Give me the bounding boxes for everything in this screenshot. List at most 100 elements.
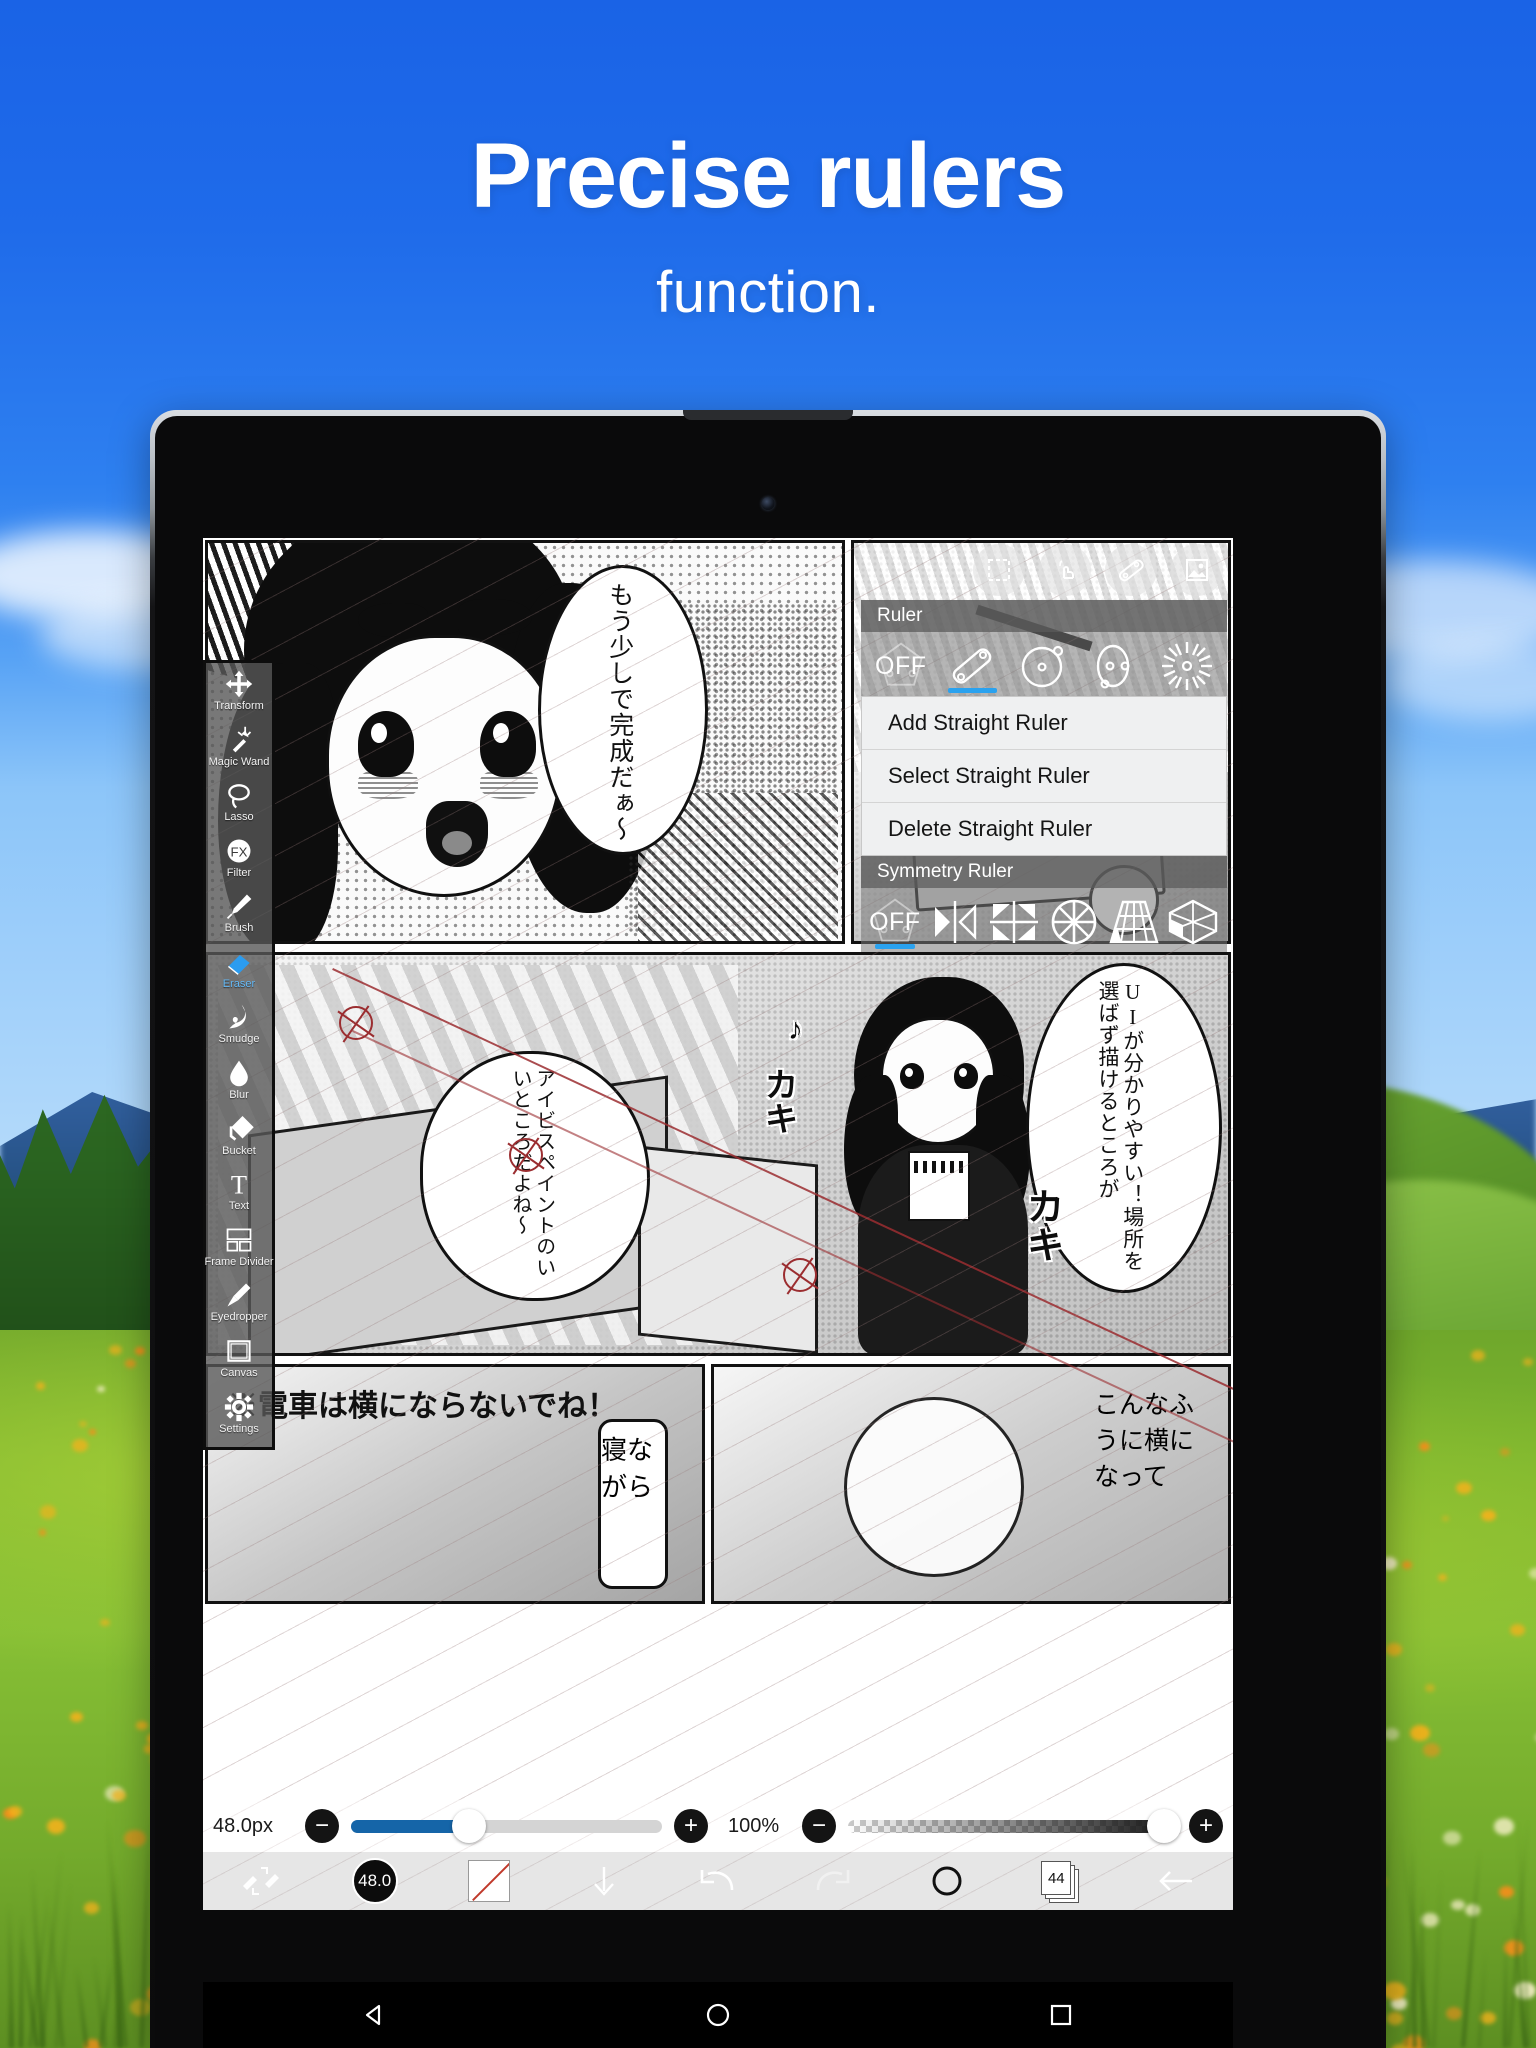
symmetry-mode-mirror[interactable] <box>927 894 983 950</box>
symmetry-mode-box-perspective[interactable] <box>1165 894 1221 950</box>
tool-label: Smudge <box>219 1033 260 1045</box>
caption-text: ※電車は横にならないでね！ <box>228 1390 617 1423</box>
manga-panel: ※電車は横にならないでね！ 寝ながら <box>205 1364 705 1604</box>
tool-blur[interactable]: Blur <box>206 1058 272 1109</box>
ruler-icon <box>1116 555 1146 585</box>
layers-button[interactable]: 44 <box>1004 1861 1118 1901</box>
speech-bubble: もう少しで完成だぁ〜 <box>538 565 708 855</box>
redo-button[interactable] <box>775 1864 889 1898</box>
tool-filter[interactable]: FX Filter <box>206 836 272 887</box>
nav-home-button[interactable] <box>688 1995 748 2035</box>
undo-button[interactable] <box>661 1864 775 1898</box>
brush-size-increase-button[interactable]: + <box>674 1809 708 1843</box>
tool-label: Canvas <box>220 1367 257 1379</box>
tablet-device: もう少しで完成だぁ〜 アイビスペイントのいいところだよね〜 UIが分かりやすい！… <box>150 410 1386 2048</box>
speaker-notch <box>683 410 853 420</box>
symmetry-mode-off[interactable]: OFF <box>867 894 923 950</box>
symmetry-mode-quad[interactable] <box>986 894 1042 950</box>
gear-icon <box>222 1392 256 1422</box>
tool-label: Text <box>229 1200 249 1212</box>
caption-text: 寝ながら <box>601 1422 665 1504</box>
brush-size-slider-knob[interactable] <box>452 1809 486 1843</box>
ruler-mode-circle[interactable] <box>1010 638 1078 694</box>
tool-canvas[interactable]: Canvas <box>206 1336 272 1387</box>
brush-size-button[interactable]: 48.0 <box>317 1858 431 1904</box>
back-arrow-button[interactable] <box>1119 1866 1233 1896</box>
ruler-mode-ellipse[interactable] <box>1082 638 1150 694</box>
fx-icon: FX <box>222 836 256 866</box>
record-button[interactable] <box>890 1863 1004 1899</box>
undo-arrow-icon <box>698 1864 738 1898</box>
symmetry-mode-kaleidoscope[interactable] <box>1046 894 1102 950</box>
tool-smudge[interactable]: Smudge <box>206 1002 272 1053</box>
tool-frame-divider[interactable]: Frame Divider <box>206 1225 272 1276</box>
tool-brush[interactable]: Brush <box>206 891 272 942</box>
symmetry-ruler-title: Symmetry Ruler <box>861 856 1227 888</box>
eyedropper-icon <box>222 1280 256 1310</box>
tool-eyedropper[interactable]: Eyedropper <box>206 1280 272 1331</box>
opacity-decrease-button[interactable]: − <box>802 1809 836 1843</box>
download-button[interactable] <box>546 1863 660 1899</box>
menu-item-add-straight-ruler[interactable]: Add Straight Ruler <box>862 697 1226 750</box>
ruler-tool-button[interactable] <box>1105 544 1157 596</box>
mirror-symmetry-icon <box>929 899 981 945</box>
android-navigation-bar <box>203 1982 1233 2048</box>
smudge-icon <box>222 1002 256 1032</box>
tool-bucket[interactable]: Bucket <box>206 1114 272 1165</box>
brush-icon <box>222 891 256 921</box>
manga-panel: アイビスペイントのいいところだよね〜 UIが分かりやすい！場所を選ばず描けるとこ… <box>205 952 1231 1356</box>
sound-effect-text: カキ <box>1014 1187 1069 1263</box>
tool-magic-wand[interactable]: Magic Wand <box>206 725 272 776</box>
layers-tool-button[interactable] <box>1171 544 1223 596</box>
menu-item-select-straight-ruler[interactable]: Select Straight Ruler <box>862 750 1226 803</box>
color-swatch-icon <box>468 1860 510 1902</box>
tool-text[interactable]: T Text <box>206 1169 272 1220</box>
opacity-increase-button[interactable]: + <box>1189 1809 1223 1843</box>
swap-brush-eraser-icon <box>239 1862 281 1900</box>
brush-size-slider[interactable] <box>351 1820 662 1833</box>
ruler-panel-title: Ruler <box>861 600 1227 632</box>
brush-size-bar: 48.0px − + <box>203 1800 718 1852</box>
kaleidoscope-symmetry-icon <box>1049 897 1099 947</box>
tool-label: Blur <box>229 1089 249 1101</box>
ruler-mode-radial[interactable] <box>1153 638 1221 694</box>
color-swatch-button[interactable] <box>432 1860 546 1902</box>
finger-tap-icon <box>1051 556 1079 584</box>
ruler-mode-off[interactable]: OFF <box>867 638 935 694</box>
symmetry-mode-row: OFF <box>861 888 1227 952</box>
selection-tool-button[interactable] <box>973 544 1025 596</box>
circle-ruler-icon <box>1018 641 1070 691</box>
tool-transform[interactable]: Transform <box>206 669 272 720</box>
down-arrow-icon <box>587 1863 621 1899</box>
tool-lasso[interactable]: Lasso <box>206 780 272 831</box>
radial-ruler-icon <box>1160 640 1214 692</box>
brush-eraser-swap-button[interactable] <box>203 1862 317 1900</box>
droplet-icon <box>222 1058 256 1088</box>
perspective-grid-icon <box>1107 898 1161 946</box>
speech-bubble-text: UIが分かりやすい！場所を選ばず描けるところが <box>1095 966 1153 1290</box>
ruler-mode-straight[interactable] <box>939 638 1007 694</box>
speech-bubble-text: もう少しで完成だぁ〜 <box>604 568 642 842</box>
tool-settings[interactable]: Settings <box>206 1392 272 1443</box>
ruler-context-menu: Add Straight Ruler Select Straight Ruler… <box>861 696 1227 856</box>
frame-divider-icon <box>222 1225 256 1255</box>
opacity-slider-knob[interactable] <box>1147 1809 1181 1843</box>
sound-effect-text: カキ <box>753 1067 802 1135</box>
ellipse-ruler-icon <box>1089 641 1143 691</box>
symmetry-mode-perspective-grid[interactable] <box>1106 894 1162 950</box>
opacity-slider[interactable] <box>848 1820 1177 1833</box>
dashed-square-icon <box>985 556 1013 584</box>
hand-tool-button[interactable] <box>1039 544 1091 596</box>
menu-item-delete-straight-ruler[interactable]: Delete Straight Ruler <box>862 803 1226 855</box>
opacity-value: 100% <box>728 1815 802 1838</box>
tool-label: Bucket <box>222 1145 256 1157</box>
manga-panel: もう少しで完成だぁ〜 <box>205 540 845 944</box>
action-bar: 48.0 44 <box>203 1852 1233 1910</box>
paint-bucket-icon <box>222 1114 256 1144</box>
brush-size-decrease-button[interactable]: − <box>305 1809 339 1843</box>
caption-text: こんなふうに横になって <box>1094 1385 1214 1493</box>
layer-count-label: 44 <box>1041 1861 1071 1895</box>
tool-eraser[interactable]: Eraser <box>206 947 272 998</box>
nav-recents-button[interactable] <box>1031 1995 1091 2035</box>
nav-back-button[interactable] <box>345 1995 405 2035</box>
